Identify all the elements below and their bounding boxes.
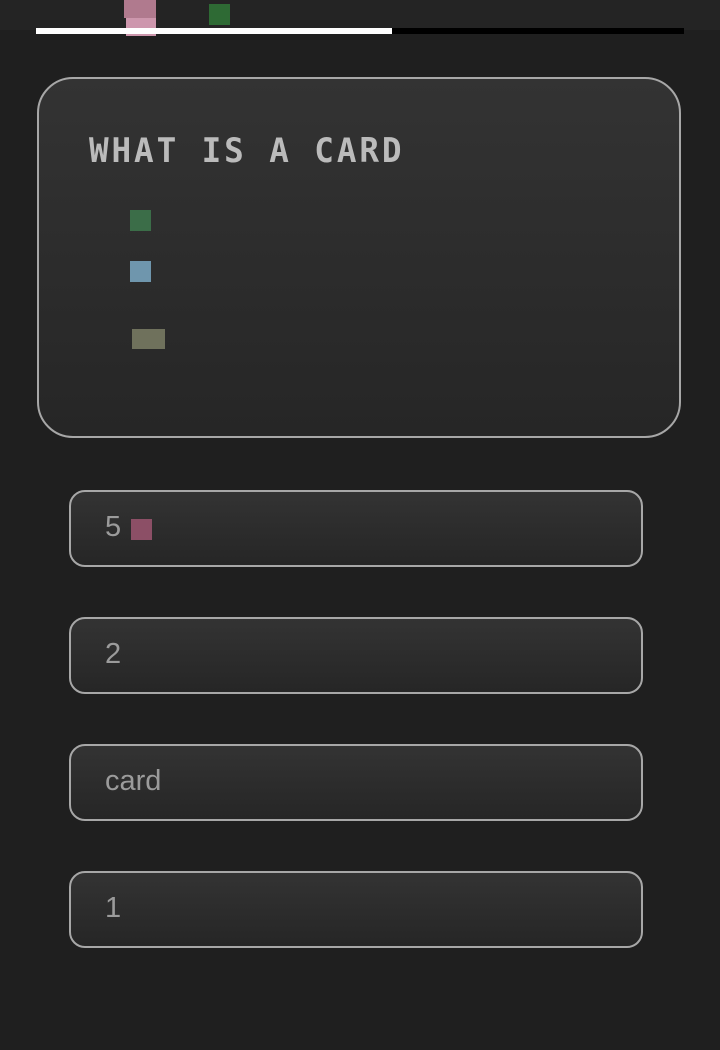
green-square-icon [209, 4, 230, 25]
olive-rectangle-icon [132, 329, 165, 349]
answer-option-label: 5 [105, 511, 122, 543]
question-card: WHAT IS A CARD [37, 77, 681, 438]
progress-fill [36, 28, 393, 34]
answer-option-2[interactable]: 2 [69, 617, 643, 694]
pink-square-icon [131, 519, 152, 540]
green-square-icon [130, 210, 151, 231]
answer-option-label: 1 [105, 892, 122, 924]
answer-option-3[interactable]: card [69, 744, 643, 821]
answer-option-4[interactable]: 1 [69, 871, 643, 948]
progress-bar [36, 28, 684, 34]
answer-option-label: card [105, 765, 162, 797]
blue-square-icon [130, 261, 151, 282]
answer-option-1[interactable]: 5 [69, 490, 643, 567]
answer-option-label: 2 [105, 638, 122, 670]
top-strip [0, 0, 720, 36]
question-title: WHAT IS A CARD [89, 131, 405, 171]
pink-square-icon [124, 0, 156, 18]
